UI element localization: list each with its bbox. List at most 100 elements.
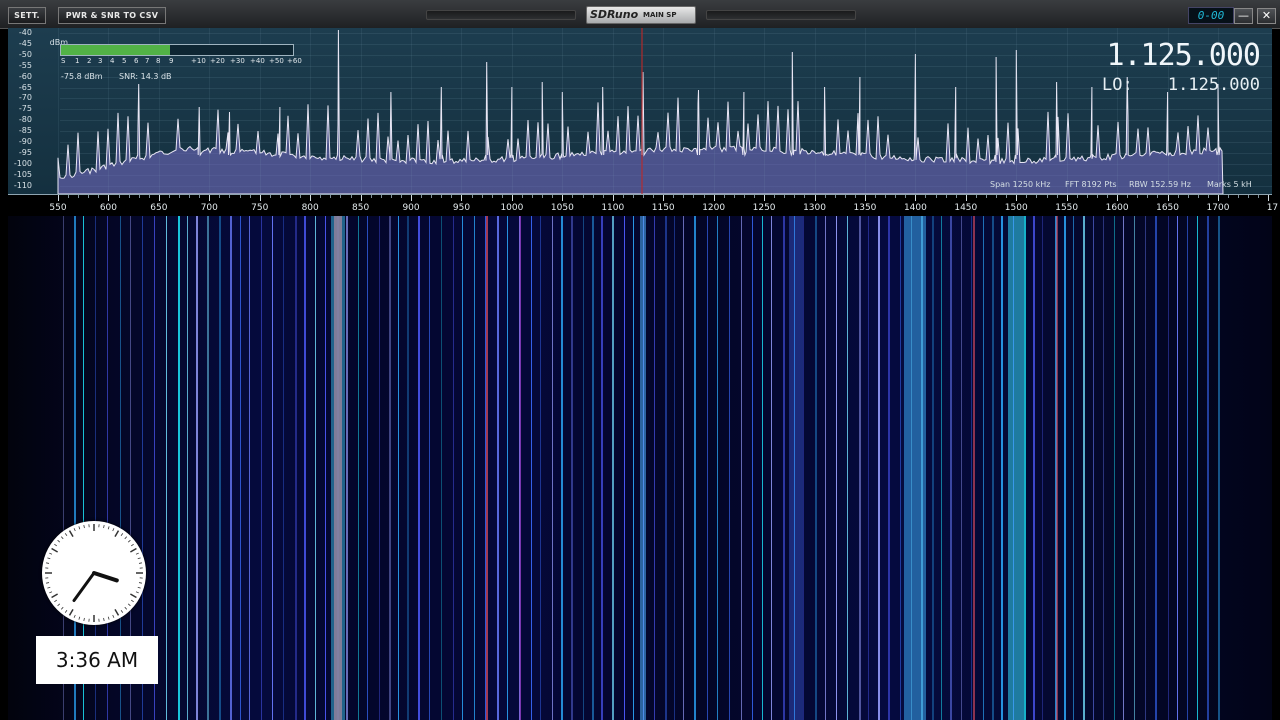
vfo-frequency-display[interactable]: 1.125.000 — [1106, 38, 1261, 73]
frequency-axis[interactable]: 550 600 650 700 750 800 850 900 950 1000 1050 1100 1… — [0, 194, 1280, 216]
waterfall-carrier-line — [611, 216, 614, 720]
lo-frequency-display[interactable]: 1.125.000 — [1168, 75, 1260, 95]
axis-minor-tick — [1127, 195, 1129, 198]
axis-minor-tick — [279, 195, 281, 198]
axis-minor-tick — [905, 195, 907, 198]
axis-minor-tick — [1197, 195, 1199, 198]
axis-minor-tick — [622, 195, 624, 198]
waterfall-signal-band — [1055, 216, 1058, 720]
clock-tick — [83, 617, 85, 622]
axis-minor-tick — [1137, 195, 1139, 198]
settings-button[interactable]: SETT. — [8, 7, 46, 24]
clock-tick — [60, 536, 64, 540]
waterfall-carrier-line — [561, 216, 564, 720]
waterfall-carrier-line — [814, 216, 817, 720]
axis-minor-tick — [68, 195, 70, 198]
grid-line — [360, 28, 362, 194]
clock-tick — [138, 582, 143, 584]
snr-readout: SNR: 14.3 dB — [119, 72, 172, 81]
axis-minor-tick — [471, 195, 473, 198]
clock-tick — [124, 536, 128, 540]
axis-frequency-label: 1050 — [550, 203, 574, 213]
axis-minor-tick — [885, 195, 887, 198]
waterfall-carrier-line — [982, 216, 984, 720]
waterfall-carrier-line — [1123, 216, 1125, 720]
axis-major-tick — [1016, 195, 1018, 201]
clock-tick — [103, 524, 105, 529]
axis-major-tick — [1167, 195, 1169, 201]
waterfall-carrier-line — [196, 216, 199, 720]
waterfall-carrier-line — [540, 216, 542, 720]
clock-tick — [47, 586, 51, 589]
axis-minor-tick — [148, 195, 150, 198]
waterfall-carrier-line — [1072, 216, 1074, 720]
waterfall-carrier-line — [992, 216, 995, 720]
waterfall-carrier-line — [1167, 216, 1169, 720]
waterfall-carrier-line — [295, 216, 298, 720]
s-meter-bar — [60, 44, 294, 56]
waterfall-carrier-line — [867, 216, 869, 720]
waterfall-carrier-line — [1103, 216, 1104, 720]
axis-frequency-label: 1500 — [1004, 203, 1028, 213]
waterfall-carrier-line — [858, 216, 861, 720]
waterfall-signal-band — [904, 216, 927, 720]
axis-minor-tick — [804, 195, 806, 198]
waterfall-carrier-line — [1134, 216, 1136, 720]
waterfall-display[interactable] — [8, 216, 1272, 720]
clock-face — [45, 524, 143, 622]
waterfall-carrier-line — [835, 216, 837, 720]
waterfall-carrier-line — [931, 216, 934, 720]
axis-minor-tick — [1207, 195, 1209, 198]
axis-minor-tick — [975, 195, 977, 198]
axis-minor-tick — [370, 195, 372, 198]
clock-tick — [45, 582, 50, 584]
axis-minor-tick — [1026, 195, 1028, 198]
axis-minor-tick — [754, 195, 755, 198]
minimize-button[interactable]: — — [1234, 8, 1253, 24]
axis-minor-tick — [78, 195, 80, 198]
axis-frequency-label: 1600 — [1105, 203, 1129, 213]
axis-minor-tick — [643, 195, 645, 198]
clock-tick — [68, 608, 74, 616]
pwr-snr-to-csv-button[interactable]: PWR & SNR TO CSV — [58, 7, 166, 24]
axis-minor-tick — [1096, 195, 1098, 198]
waterfall-carrier-line — [462, 216, 464, 720]
axis-minor-tick — [1187, 195, 1189, 198]
axis-minor-tick — [451, 195, 453, 198]
waterfall-carrier-line — [694, 216, 697, 720]
axis-major-tick — [209, 195, 211, 201]
clock-tick — [129, 593, 137, 599]
axis-minor-tick — [794, 195, 796, 198]
clock-tick — [112, 614, 115, 618]
waterfall-carrier-line — [453, 216, 455, 720]
axis-minor-tick — [592, 195, 594, 198]
axis-minor-tick — [632, 195, 634, 198]
axis-minor-tick — [1006, 195, 1008, 198]
waterfall-carrier-line — [571, 216, 574, 720]
waterfall-carrier-line — [783, 216, 786, 720]
axis-minor-tick — [693, 195, 695, 198]
grid-line — [310, 28, 312, 194]
clock-tick — [107, 526, 110, 530]
axis-minor-tick — [1036, 195, 1038, 198]
axis-minor-tick — [824, 195, 826, 198]
axis-frequency-label: 600 — [99, 203, 118, 213]
waterfall-carrier-line — [674, 216, 676, 720]
axis-minor-tick — [481, 195, 483, 198]
waterfall-carrier-line — [600, 216, 603, 720]
title-drag-groove-right[interactable] — [706, 10, 856, 20]
tuning-cursor-line[interactable] — [641, 28, 643, 194]
close-button[interactable]: ✕ — [1257, 8, 1276, 24]
title-drag-groove-left[interactable] — [426, 10, 576, 20]
axis-minor-tick — [168, 195, 170, 198]
axis-minor-tick — [572, 195, 574, 198]
waterfall-carrier-line — [632, 216, 634, 720]
waterfall-carrier-line — [970, 216, 972, 720]
clock-tick — [78, 616, 81, 620]
waterfall-carrier-line — [496, 216, 499, 720]
waterfall-carrier-line — [178, 216, 181, 720]
axis-frequency-label: 700 — [200, 203, 218, 213]
clock-tick — [114, 608, 120, 616]
waterfall-carrier-line — [260, 216, 262, 720]
axis-frequency-label: 850 — [352, 203, 370, 213]
